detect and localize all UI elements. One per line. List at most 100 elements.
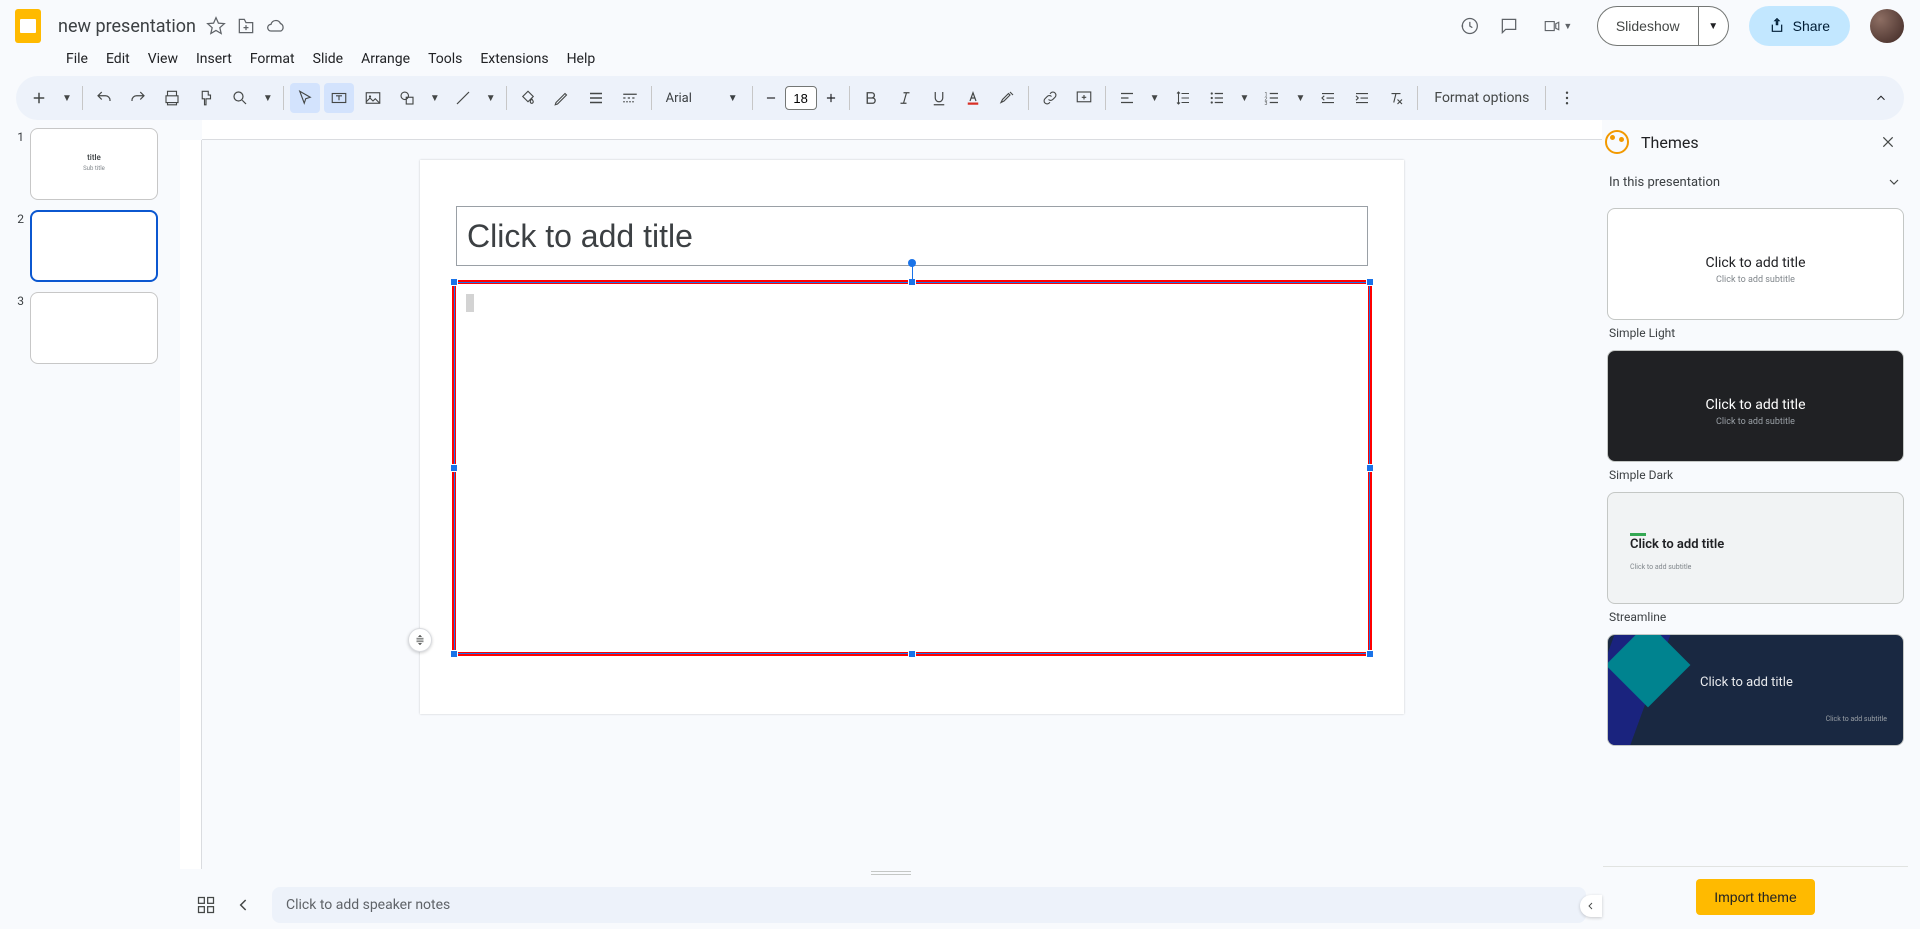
autofit-button[interactable]: [408, 628, 432, 652]
explore-tab[interactable]: [1580, 895, 1602, 917]
redo-button[interactable]: [123, 83, 153, 113]
collapse-filmstrip-button[interactable]: [234, 895, 254, 915]
theme-streamline[interactable]: Click to add title Click to add subtitle…: [1607, 492, 1904, 626]
filmstrip[interactable]: 1 title Sub title 2 3: [0, 120, 180, 929]
doc-title[interactable]: new presentation: [58, 16, 196, 37]
new-slide-button[interactable]: [24, 83, 54, 113]
increase-indent-button[interactable]: [1347, 83, 1377, 113]
bold-button[interactable]: [856, 83, 886, 113]
ruler-vertical[interactable]: [180, 140, 202, 869]
theme-simple-light[interactable]: Click to add title Click to add subtitle…: [1607, 208, 1904, 342]
menu-extensions[interactable]: Extensions: [472, 47, 556, 71]
align-button[interactable]: [1112, 83, 1142, 113]
menu-help[interactable]: Help: [559, 47, 604, 71]
resize-handle-e[interactable]: [1366, 464, 1374, 472]
line-tool[interactable]: [448, 83, 478, 113]
highlight-button[interactable]: [992, 83, 1022, 113]
image-tool[interactable]: [358, 83, 388, 113]
border-weight-button[interactable]: [581, 83, 611, 113]
menu-arrange[interactable]: Arrange: [353, 47, 418, 71]
menu-view[interactable]: View: [140, 47, 186, 71]
more-tools-button[interactable]: [1552, 83, 1582, 113]
theme-simple-dark[interactable]: Click to add title Click to add subtitle…: [1607, 350, 1904, 484]
resize-handle-se[interactable]: [1366, 650, 1374, 658]
import-theme-button[interactable]: Import theme: [1696, 879, 1814, 915]
comments-icon[interactable]: [1499, 16, 1519, 36]
resize-handle-sw[interactable]: [450, 650, 458, 658]
themes-section-toggle[interactable]: In this presentation: [1603, 164, 1908, 200]
insert-link-button[interactable]: [1035, 83, 1065, 113]
paint-format-button[interactable]: [191, 83, 221, 113]
account-avatar[interactable]: [1870, 9, 1904, 43]
resize-handle-s[interactable]: [908, 650, 916, 658]
bulleted-list-button[interactable]: [1202, 83, 1232, 113]
select-tool[interactable]: [290, 83, 320, 113]
canvas-scroll[interactable]: Click to add title: [202, 140, 1602, 869]
slide-thumb-1[interactable]: 1 title Sub title: [10, 128, 170, 200]
menu-file[interactable]: File: [58, 47, 96, 71]
slide-thumb-3[interactable]: 3: [10, 292, 170, 364]
slide-canvas[interactable]: Click to add title: [420, 160, 1404, 714]
zoom-dropdown[interactable]: ▼: [259, 89, 277, 108]
shape-dropdown[interactable]: ▼: [426, 89, 444, 108]
move-icon[interactable]: [236, 16, 256, 36]
numbered-dropdown[interactable]: ▼: [1291, 89, 1309, 108]
border-dash-button[interactable]: [615, 83, 645, 113]
underline-button[interactable]: [924, 83, 954, 113]
decrease-indent-button[interactable]: [1313, 83, 1343, 113]
close-panel-button[interactable]: [1876, 130, 1900, 154]
star-icon[interactable]: [206, 16, 226, 36]
slideshow-dropdown[interactable]: ▼: [1699, 6, 1729, 46]
slide-thumb-2[interactable]: 2: [10, 210, 170, 282]
line-dropdown[interactable]: ▼: [482, 89, 500, 108]
toolbar: ▼ ▼ ▼ ▼ Arial▼: [16, 76, 1904, 120]
bulleted-dropdown[interactable]: ▼: [1236, 89, 1254, 108]
resize-handle-nw[interactable]: [450, 278, 458, 286]
history-icon[interactable]: [1459, 16, 1479, 36]
rotate-handle[interactable]: [908, 259, 916, 267]
new-slide-dropdown[interactable]: ▼: [58, 89, 76, 108]
speaker-notes-input[interactable]: Click to add speaker notes: [272, 887, 1586, 923]
cloud-status-icon[interactable]: [266, 16, 286, 36]
notes-resize-handle[interactable]: [871, 871, 911, 875]
print-button[interactable]: [157, 83, 187, 113]
title-placeholder[interactable]: Click to add title: [456, 206, 1368, 266]
font-family-select[interactable]: Arial▼: [658, 87, 746, 110]
themes-header: Themes: [1603, 120, 1908, 164]
numbered-list-button[interactable]: 123: [1257, 83, 1287, 113]
text-color-button[interactable]: [958, 83, 988, 113]
align-dropdown[interactable]: ▼: [1146, 89, 1164, 108]
clear-formatting-button[interactable]: [1381, 83, 1411, 113]
meet-icon[interactable]: ▼: [1539, 16, 1577, 36]
body-placeholder[interactable]: [456, 284, 1368, 652]
textbox-tool[interactable]: [324, 83, 354, 113]
grid-view-button[interactable]: [196, 895, 216, 915]
menu-insert[interactable]: Insert: [188, 47, 240, 71]
collapse-toolbar-button[interactable]: [1866, 83, 1896, 113]
app-logo[interactable]: [8, 6, 48, 46]
resize-handle-w[interactable]: [450, 464, 458, 472]
undo-button[interactable]: [89, 83, 119, 113]
selection-outline: [454, 282, 1370, 654]
slideshow-button[interactable]: Slideshow: [1597, 6, 1699, 46]
themes-list[interactable]: Click to add title Click to add subtitle…: [1603, 200, 1908, 866]
font-size-input[interactable]: [785, 86, 817, 110]
theme-focus[interactable]: Click to add title Click to add subtitle: [1607, 634, 1904, 746]
share-button[interactable]: Share: [1749, 6, 1850, 46]
zoom-button[interactable]: [225, 83, 255, 113]
menu-edit[interactable]: Edit: [98, 47, 138, 71]
decrease-font-button[interactable]: [759, 86, 783, 110]
shape-tool[interactable]: [392, 83, 422, 113]
fill-color-button[interactable]: [513, 83, 543, 113]
menu-format[interactable]: Format: [242, 47, 303, 71]
menu-slide[interactable]: Slide: [305, 47, 351, 71]
insert-comment-button[interactable]: [1069, 83, 1099, 113]
format-options-button[interactable]: Format options: [1424, 86, 1539, 110]
line-spacing-button[interactable]: [1168, 83, 1198, 113]
border-color-button[interactable]: [547, 83, 577, 113]
resize-handle-ne[interactable]: [1366, 278, 1374, 286]
increase-font-button[interactable]: [819, 86, 843, 110]
italic-button[interactable]: [890, 83, 920, 113]
menu-tools[interactable]: Tools: [420, 47, 470, 71]
ruler-horizontal[interactable]: [202, 120, 1602, 140]
